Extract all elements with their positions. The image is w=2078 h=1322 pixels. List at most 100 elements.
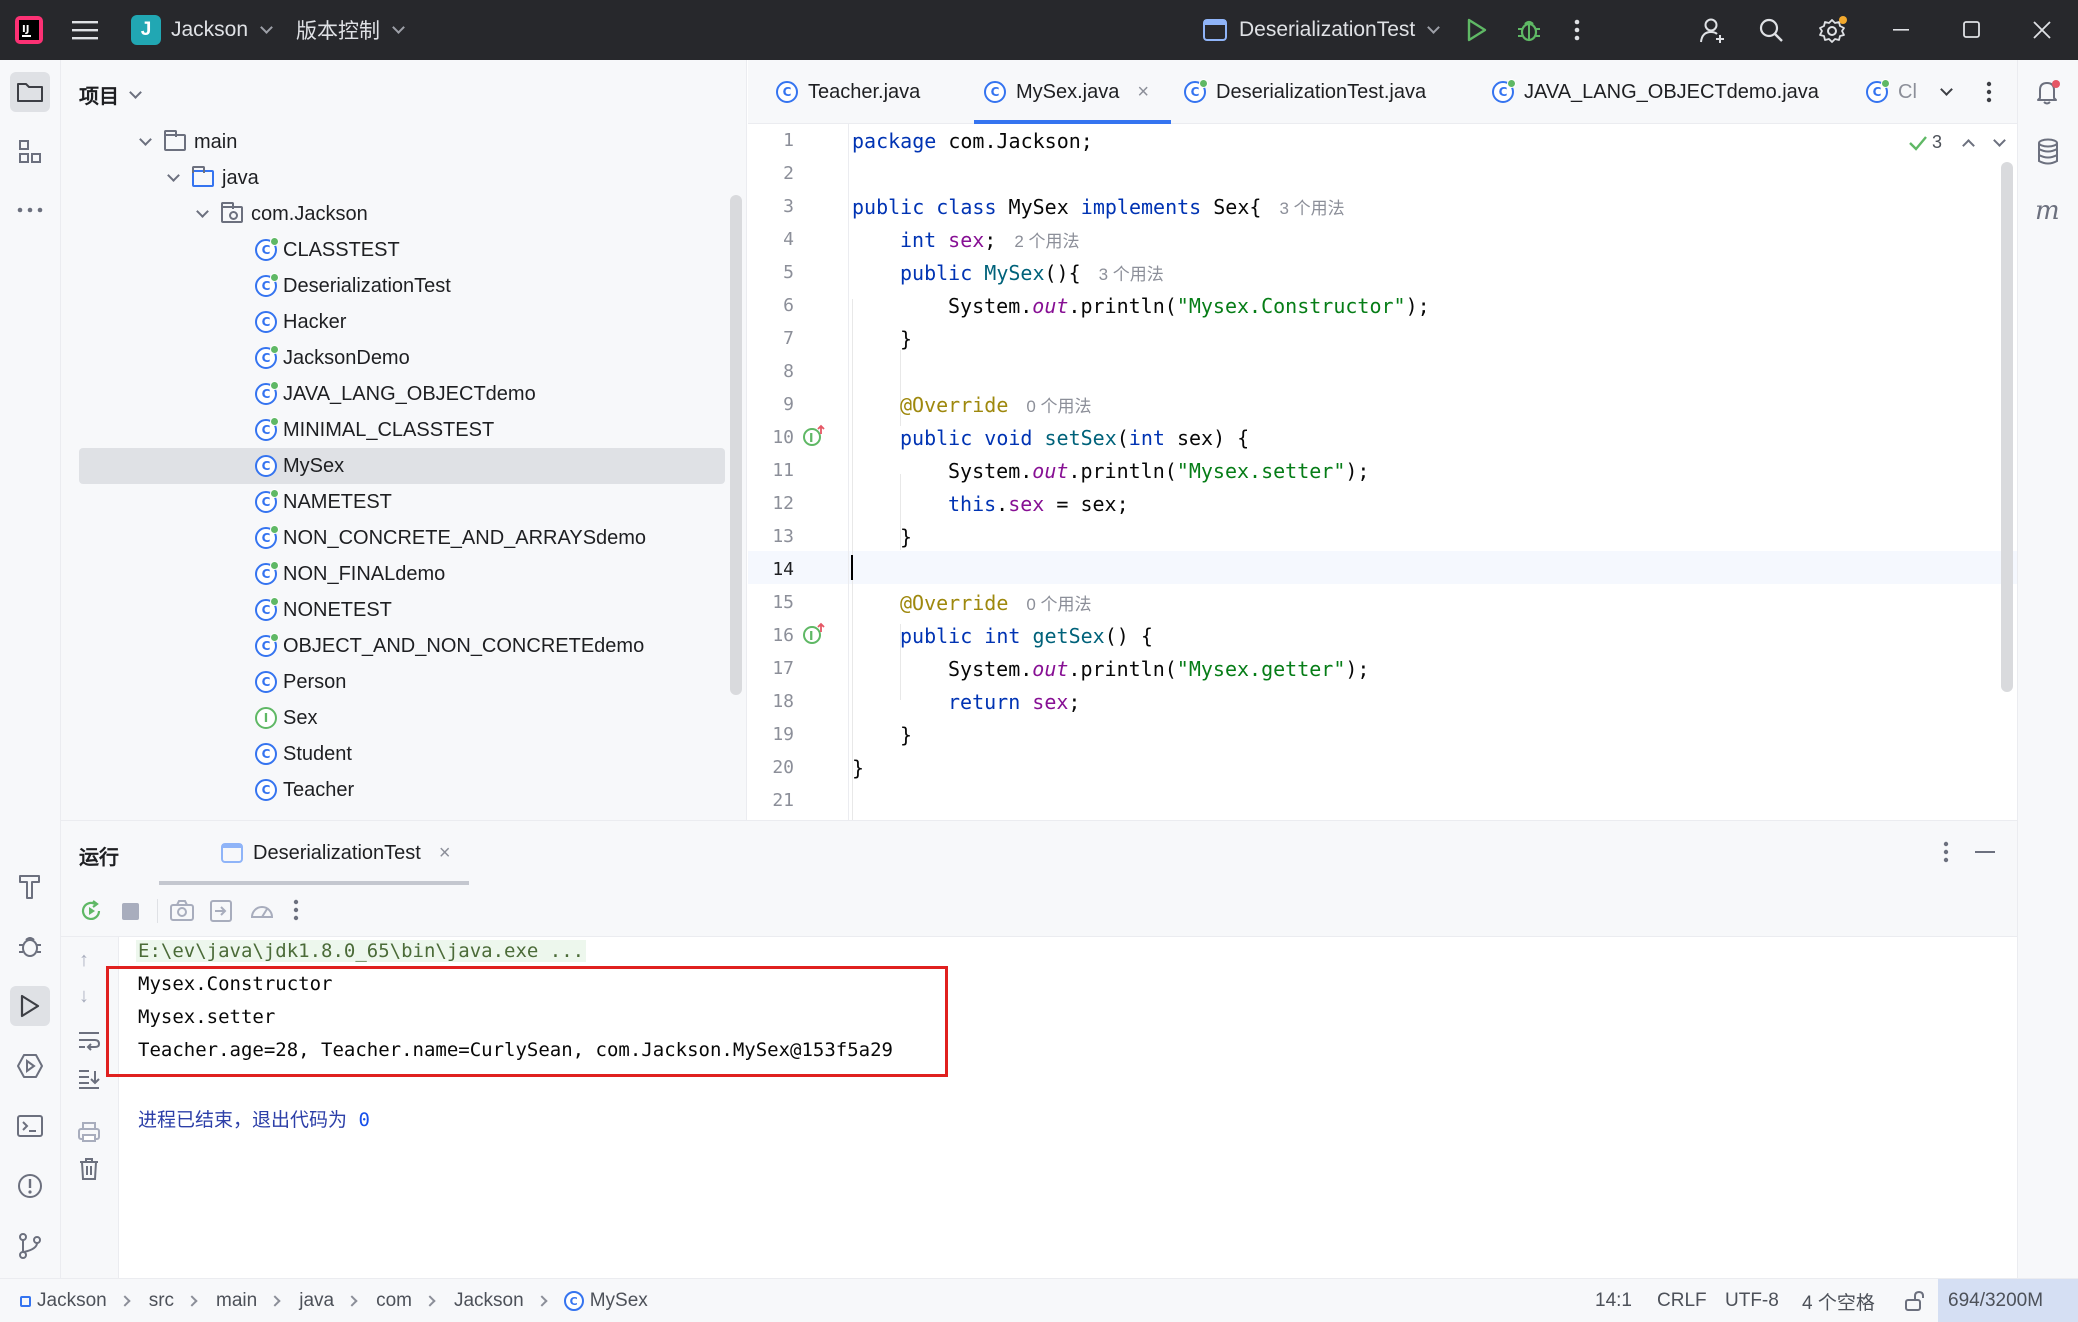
terminal-icon[interactable] [10, 1106, 50, 1146]
tab-list-chevron-icon[interactable] [1940, 60, 1953, 124]
debug-button[interactable] [1516, 0, 1542, 60]
tree-item-class[interactable]: C DeserializationTest [61, 268, 731, 304]
tree-item-class[interactable]: C CLASSTEST [61, 232, 731, 268]
more-actions-icon[interactable] [293, 899, 299, 927]
usages-hint[interactable]: 2 个用法 [1014, 227, 1079, 252]
tab-teacher-java[interactable]: C Teacher.java [776, 60, 920, 124]
tab-deserializationtest-java[interactable]: C DeserializationTest.java [1184, 60, 1426, 124]
usages-hint[interactable]: 0 个用法 [1026, 590, 1091, 615]
more-tools-icon[interactable] [10, 190, 50, 230]
run-panel-options-icon[interactable] [1943, 841, 1949, 869]
profiler-icon[interactable] [249, 899, 275, 929]
build-hammer-icon[interactable] [10, 866, 50, 906]
breadcrumb-item[interactable]: src [149, 1290, 174, 1312]
run-tab-deserializationtest[interactable]: DeserializationTest × [159, 821, 469, 885]
inspection-widget[interactable]: 3 [1908, 132, 2006, 153]
print-icon[interactable] [77, 1121, 101, 1149]
run-config-selector[interactable]: DeserializationTest [1203, 0, 1441, 60]
vcs-menu[interactable]: 版本控制 [296, 0, 405, 60]
caret-position[interactable]: 14:1 [1595, 1279, 1632, 1322]
git-branch-icon[interactable] [10, 1226, 50, 1266]
tab-more-actions-icon[interactable] [1986, 60, 1992, 124]
run-tool-icon[interactable] [10, 986, 50, 1026]
notifications-bell-icon[interactable] [2028, 72, 2068, 112]
file-encoding[interactable]: UTF-8 [1725, 1279, 1779, 1322]
maven-icon[interactable]: m [2028, 190, 2068, 230]
structure-icon[interactable] [10, 132, 50, 172]
tree-item-package[interactable]: com.Jackson [61, 196, 731, 232]
arrow-down-icon[interactable]: ↓ [79, 985, 89, 1008]
close-window-icon[interactable] [2033, 0, 2051, 60]
tree-item-main[interactable]: main [61, 124, 731, 160]
chevron-down-icon[interactable] [196, 205, 209, 218]
tree-item-class[interactable]: C Person [61, 664, 731, 700]
usages-hint[interactable]: 3 个用法 [1279, 194, 1344, 219]
services-icon[interactable] [10, 1046, 50, 1086]
tab-overflow-partial[interactable]: C Cl [1866, 60, 1917, 124]
rerun-icon[interactable] [79, 899, 103, 929]
chevron-up-icon[interactable] [1962, 138, 1975, 152]
close-tab-icon[interactable]: × [1137, 81, 1149, 104]
tree-item-class[interactable]: C JacksonDemo [61, 340, 731, 376]
run-button[interactable] [1466, 0, 1488, 60]
chevron-down-icon[interactable] [1993, 133, 2006, 147]
more-actions-icon[interactable] [1574, 0, 1580, 60]
tree-item-class[interactable]: C Hacker [61, 304, 731, 340]
close-tab-icon[interactable]: × [439, 842, 451, 865]
line-gutter[interactable]: 1 2 3 4 5 6 7 8 9 10 11 12 13 14 15 16 1… [748, 124, 848, 820]
minimize-window-icon[interactable] [1893, 0, 1911, 60]
tree-item-class[interactable]: C JAVA_LANG_OBJECTdemo [61, 376, 731, 412]
implements-method-gutter-icon[interactable]: I [802, 622, 826, 651]
implements-method-gutter-icon[interactable]: I [802, 424, 826, 453]
arrow-up-icon[interactable]: ↑ [79, 949, 89, 972]
database-icon[interactable] [2028, 132, 2068, 172]
debug-bug-icon[interactable] [10, 926, 50, 966]
soft-wrap-icon[interactable] [77, 1029, 101, 1057]
trash-icon[interactable] [78, 1157, 100, 1187]
add-user-icon[interactable] [1699, 0, 1727, 60]
tree-item-class[interactable]: C NON_FINALdemo [61, 556, 731, 592]
ide-logo-icon[interactable]: IJ [14, 0, 44, 60]
chevron-down-icon[interactable] [139, 133, 152, 146]
tree-item-class[interactable]: C MINIMAL_CLASSTEST [61, 412, 731, 448]
tab-java-lang-objectdemo-java[interactable]: C JAVA_LANG_OBJECTdemo.java [1492, 60, 1819, 124]
project-switcher[interactable]: J Jackson [131, 0, 273, 60]
breadcrumb-item[interactable]: main [216, 1290, 257, 1312]
main-menu-icon[interactable] [72, 0, 98, 60]
settings-gear-icon[interactable] [1818, 0, 1848, 60]
line-separator[interactable]: CRLF [1657, 1279, 1707, 1322]
tree-item-interface[interactable]: I Sex [61, 700, 731, 736]
code-editor[interactable]: 1 2 3 4 5 6 7 8 9 10 11 12 13 14 15 16 1… [748, 124, 2017, 820]
memory-indicator[interactable]: 694/3200M [1938, 1279, 2078, 1322]
camera-icon[interactable] [169, 899, 195, 929]
breadcrumb-item[interactable]: java [299, 1290, 334, 1312]
chevron-down-icon[interactable] [167, 169, 180, 182]
breadcrumb-item[interactable]: Jackson [454, 1290, 524, 1312]
tree-item-class-selected[interactable]: C MySex [79, 448, 725, 484]
indent-setting[interactable]: 4 个空格 [1802, 1279, 1875, 1322]
maximize-window-icon[interactable] [1963, 0, 1981, 60]
hide-panel-icon[interactable] [1975, 851, 1995, 853]
tree-item-class[interactable]: C Teacher [61, 772, 731, 808]
tree-item-class[interactable]: C NAMETEST [61, 484, 731, 520]
tree-item-java[interactable]: java [61, 160, 731, 196]
tab-mysex-java[interactable]: C MySex.java × [973, 60, 1172, 124]
tree-item-class[interactable]: C NONETEST [61, 592, 731, 628]
read-only-lock-icon[interactable] [1904, 1279, 1926, 1322]
stop-icon[interactable] [122, 903, 139, 920]
editor-scrollbar[interactable] [2001, 162, 2013, 692]
tree-item-class[interactable]: C NON_CONCRETE_AND_ARRAYSdemo [61, 520, 731, 556]
scroll-to-end-icon[interactable] [77, 1067, 101, 1095]
usages-hint[interactable]: 3 个用法 [1099, 260, 1164, 285]
project-folder-icon[interactable] [10, 72, 50, 112]
problems-icon[interactable] [10, 1166, 50, 1206]
restore-layout-icon[interactable] [209, 899, 233, 929]
breadcrumb-item[interactable]: com [376, 1290, 412, 1312]
breadcrumb-item[interactable]: MySex [590, 1290, 648, 1312]
search-icon[interactable] [1758, 0, 1784, 60]
usages-hint[interactable]: 0 个用法 [1026, 392, 1091, 417]
project-view-selector[interactable]: 项目 [79, 80, 142, 109]
tree-item-class[interactable]: C Student [61, 736, 731, 772]
breadcrumb-item[interactable]: Jackson [37, 1290, 107, 1312]
tree-scrollbar[interactable] [730, 195, 742, 695]
